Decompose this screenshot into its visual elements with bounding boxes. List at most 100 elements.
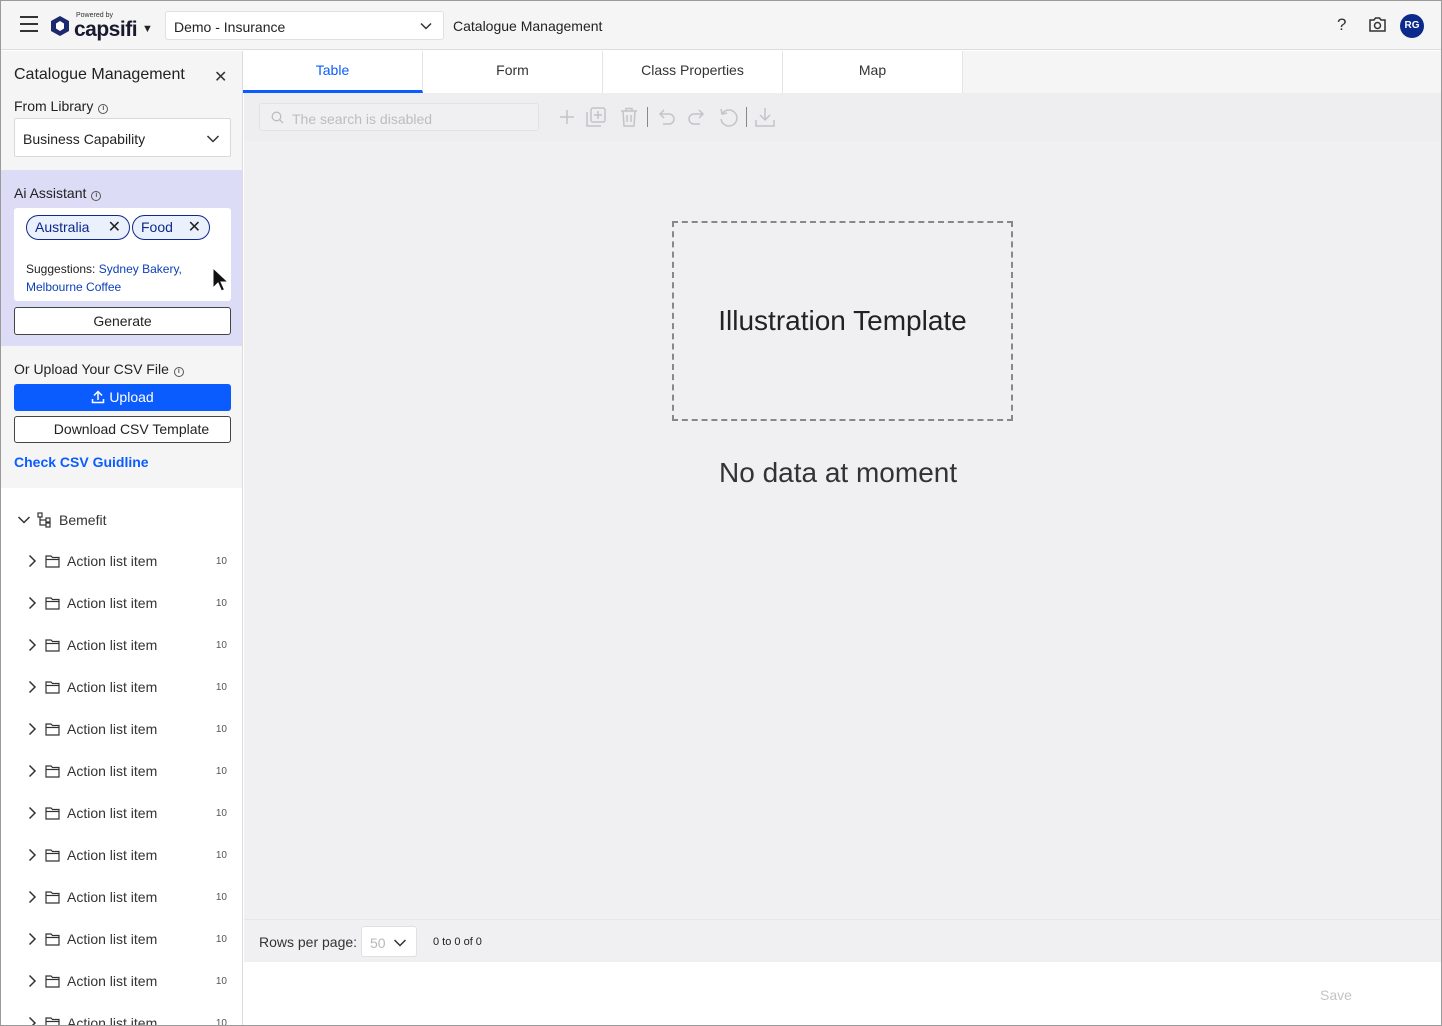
chevron-right-icon[interactable] — [25, 638, 39, 652]
download-icon[interactable] — [755, 107, 775, 127]
help-icon[interactable]: ? — [1337, 15, 1346, 35]
chevron-down-icon — [393, 939, 407, 947]
tree-item[interactable]: Action list item 10 — [25, 761, 235, 781]
keyword-chip[interactable]: Australia ✕ — [26, 215, 130, 240]
upload-section-text: Or Upload Your CSV File — [14, 361, 169, 377]
add-icon[interactable] — [560, 107, 574, 127]
environment-select[interactable]: Demo - Insurance — [165, 11, 444, 40]
save-button[interactable]: Save — [1320, 987, 1352, 1003]
chevron-right-icon[interactable] — [25, 680, 39, 694]
keyword-chip[interactable]: Food ✕ — [132, 215, 210, 240]
info-icon[interactable]: i — [173, 367, 184, 377]
tree-item[interactable]: Action list item 10 — [25, 1013, 235, 1026]
duplicate-icon[interactable] — [586, 107, 606, 127]
camera-icon[interactable] — [1368, 16, 1387, 33]
info-icon[interactable]: i — [91, 191, 102, 201]
suggestion-link[interactable]: Melbourne Coffee — [26, 280, 121, 294]
tree-item-count: 10 — [215, 598, 227, 609]
top-bar: Powered by capsifi ▼ Demo - Insurance Ca… — [1, 1, 1441, 50]
chevron-right-icon[interactable] — [25, 932, 39, 946]
upload-section-label: Or Upload Your CSV File i — [14, 361, 184, 377]
upload-button[interactable]: Upload — [14, 384, 231, 411]
ai-keyword-input[interactable]: Australia ✕ Food ✕ Suggestions: Sydney B… — [14, 208, 231, 301]
suggestions: Suggestions: Sydney Bakery, Melbourne Co… — [26, 260, 222, 296]
tree-item[interactable]: Action list item 10 — [25, 803, 235, 823]
suggestion-link[interactable]: Sydney Bakery, — [99, 262, 182, 276]
close-icon[interactable]: ✕ — [188, 216, 201, 239]
footer: Save — [244, 962, 1441, 1025]
close-icon[interactable]: ✕ — [108, 216, 121, 239]
tab-map[interactable]: Map — [783, 51, 963, 93]
redo-icon[interactable] — [687, 107, 707, 127]
tree-item[interactable]: Action list item 10 — [25, 929, 235, 949]
folder-icon — [45, 807, 60, 820]
caret-down-icon[interactable]: ▼ — [142, 23, 153, 35]
folder-icon — [45, 639, 60, 652]
rows-per-page-value: 50 — [370, 935, 386, 951]
tree-item-count: 10 — [215, 850, 227, 861]
hierarchy-icon — [37, 512, 51, 528]
capsifi-logo[interactable]: Powered by capsifi ▼ — [50, 10, 154, 42]
tree-root-label: Bemefit — [59, 512, 107, 528]
tab-table[interactable]: Table — [243, 51, 423, 93]
ai-assistant-panel: Ai Assistant i Australia ✕ Food ✕ Suggest… — [1, 170, 242, 346]
chevron-right-icon[interactable] — [25, 974, 39, 988]
avatar[interactable]: RG — [1400, 14, 1424, 38]
reset-icon[interactable] — [718, 107, 740, 129]
toolbar-divider — [647, 107, 648, 127]
chevron-right-icon[interactable] — [25, 806, 39, 820]
sidebar: Catalogue Management ✕ From Library i Bus… — [1, 51, 243, 1026]
tree-item[interactable]: Action list item 10 — [25, 593, 235, 613]
tree-item-label: Action list item — [67, 847, 158, 863]
close-icon[interactable]: ✕ — [214, 67, 227, 87]
download-template-button[interactable]: Download CSV Template — [14, 416, 231, 443]
catalogue-tree: Bemefit Action list item 10 Action list it… — [1, 488, 242, 1026]
suggestions-label: Suggestions: — [26, 262, 96, 276]
toolbar-divider — [746, 107, 747, 127]
tree-item[interactable]: Action list item 10 — [25, 971, 235, 991]
chevron-right-icon[interactable] — [25, 890, 39, 904]
tree-item[interactable]: Action list item 10 — [25, 845, 235, 865]
delete-icon[interactable] — [620, 107, 638, 127]
generate-button[interactable]: Generate — [14, 307, 231, 335]
folder-icon — [45, 555, 60, 568]
folder-icon — [45, 723, 60, 736]
tree-item[interactable]: Action list item 10 — [25, 887, 235, 907]
chevron-down-icon[interactable] — [17, 513, 31, 527]
chevron-right-icon[interactable] — [25, 596, 39, 610]
tree-item[interactable]: Action list item 10 — [25, 635, 235, 655]
info-icon[interactable]: i — [98, 104, 109, 114]
csv-guideline-link[interactable]: Check CSV Guidline — [14, 454, 149, 470]
tree-item-count: 10 — [215, 976, 227, 987]
chevron-right-icon[interactable] — [25, 764, 39, 778]
library-value: Business Capability — [23, 131, 146, 147]
tree-item-count: 10 — [215, 1018, 227, 1026]
folder-icon — [45, 933, 60, 946]
logo-wordmark: capsifi — [74, 18, 138, 41]
menu-icon[interactable] — [20, 16, 38, 34]
tree-item-label: Action list item — [67, 931, 158, 947]
tab-class-properties[interactable]: Class Properties — [603, 51, 783, 93]
tree-item-label: Action list item — [67, 679, 158, 695]
folder-icon — [45, 849, 60, 862]
tree-item-count: 10 — [215, 682, 227, 693]
tab-form[interactable]: Form — [423, 51, 603, 93]
chevron-right-icon[interactable] — [25, 722, 39, 736]
tree-item[interactable]: Action list item 10 — [25, 551, 235, 571]
tree-item[interactable]: Action list item 10 — [25, 677, 235, 697]
tree-item-label: Action list item — [67, 637, 158, 653]
tree-item-count: 10 — [215, 766, 227, 777]
tree-item-label: Action list item — [67, 721, 158, 737]
chevron-right-icon[interactable] — [25, 554, 39, 568]
undo-icon[interactable] — [656, 107, 676, 127]
library-select[interactable]: Business Capability — [14, 118, 231, 157]
upload-label: Upload — [109, 389, 154, 405]
tree-item[interactable]: Action list item 10 — [25, 719, 235, 739]
rows-per-page-select[interactable]: 50 — [361, 926, 417, 957]
chevron-right-icon[interactable] — [25, 848, 39, 862]
search-input[interactable]: The search is disabled — [259, 103, 539, 131]
chevron-right-icon[interactable] — [25, 1016, 39, 1026]
tree-item-label: Action list item — [67, 553, 158, 569]
chip-label: Food — [141, 219, 173, 235]
tree-item-count: 10 — [215, 724, 227, 735]
